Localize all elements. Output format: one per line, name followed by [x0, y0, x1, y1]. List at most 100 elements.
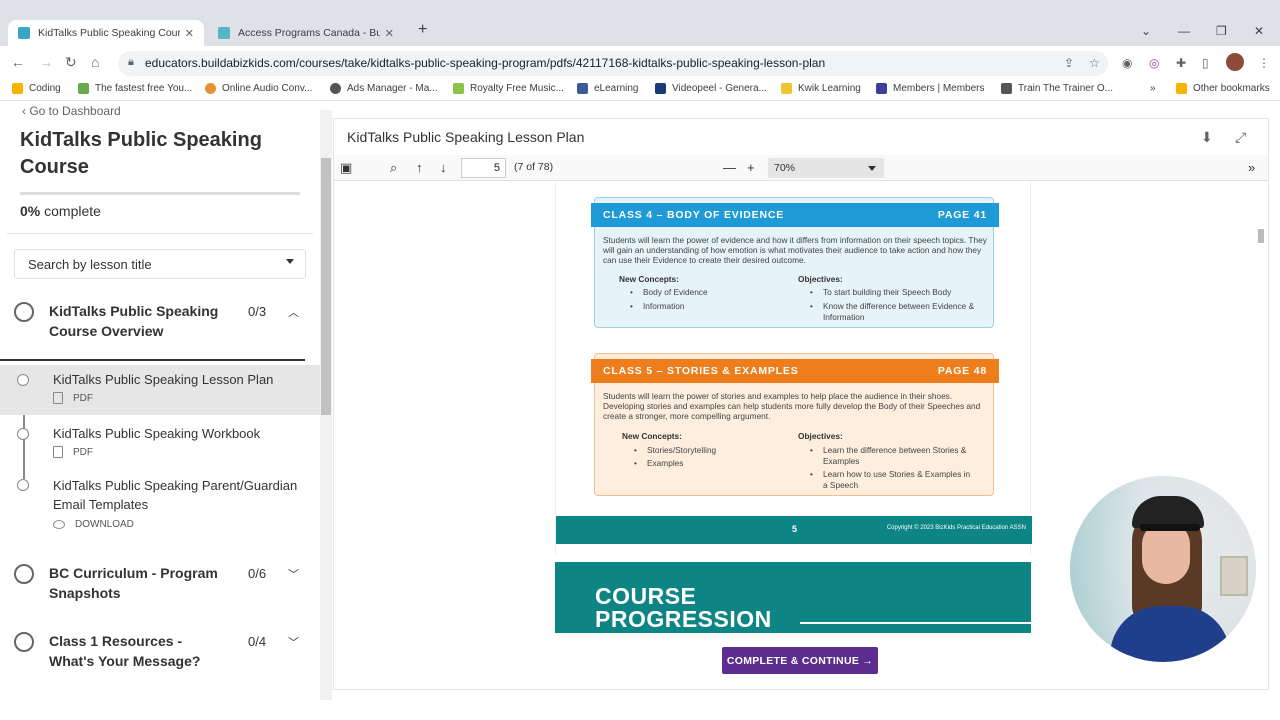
cloud-download-icon: [53, 520, 65, 529]
back-icon[interactable]: ←: [11, 54, 25, 70]
url-text: educators.buildabizkids.com/courses/take…: [145, 56, 826, 70]
fullscreen-icon[interactable]: ⤢: [1235, 129, 1246, 146]
go-to-dashboard-link[interactable]: ‹ Go to Dashboard: [22, 104, 121, 118]
lesson-card: CLASS 4 – BODY OF EVIDENCE PAGE 41 Stude…: [591, 197, 999, 328]
bookmark-favicon-icon: [453, 83, 464, 94]
search-icon[interactable]: ⌕: [390, 160, 397, 176]
forward-icon[interactable]: →: [39, 54, 53, 70]
lesson-status-icon: [17, 374, 29, 386]
progress-text: 0% complete: [20, 203, 101, 219]
page-footer: 5 Copyright © 2023 BizKids Practical Edu…: [556, 516, 1032, 544]
bookmark-item[interactable]: Videopeel - Genera...: [655, 83, 767, 94]
course-title: KidTalks Public Speaking Course: [20, 129, 262, 178]
scrollbar-thumb[interactable]: [321, 158, 331, 415]
chapter-item[interactable]: BC Curriculum - Program Snapshots 0/6 ﹀: [0, 561, 320, 611]
bookmark-favicon-icon: [655, 83, 666, 94]
home-icon[interactable]: ⌂: [91, 54, 99, 70]
address-bar[interactable]: 🔒︎ educators.buildabizkids.com/courses/t…: [118, 51, 1108, 76]
pdf-page-next: COURSE PROGRESSION: [555, 562, 1031, 633]
bookmark-item[interactable]: Members | Members: [876, 83, 985, 94]
extensions-puzzle-icon[interactable]: ✚: [1176, 56, 1186, 70]
tools-expand-icon[interactable]: »: [1248, 160, 1255, 175]
folder-icon: [12, 83, 23, 94]
caret-down-icon: [286, 259, 294, 264]
bookmark-item[interactable]: eLearning: [577, 83, 638, 94]
lesson-status-icon: [17, 428, 29, 440]
bookmarks-overflow-icon[interactable]: »: [1150, 83, 1156, 94]
sidebar-toggle-icon[interactable]: ▣: [340, 160, 352, 176]
bookmark-item[interactable]: Online Audio Conv...: [205, 83, 312, 94]
complete-and-continue-button[interactable]: COMPLETE & CONTINUE →: [722, 647, 878, 674]
bookmarks-bar: Coding The fastest free You... Online Au…: [0, 80, 1280, 101]
minimize-icon[interactable]: —: [1178, 24, 1190, 38]
close-window-icon[interactable]: ✕: [1254, 24, 1264, 38]
zoom-select[interactable]: 70%: [768, 158, 884, 178]
new-tab-icon[interactable]: +: [418, 21, 427, 39]
extension-icon[interactable]: ◎: [1149, 56, 1159, 70]
restore-icon[interactable]: ❐: [1216, 24, 1227, 38]
side-panel-icon[interactable]: ▯: [1202, 56, 1209, 70]
bookmark-star-icon[interactable]: ☆: [1089, 56, 1100, 70]
pdf-page: CLASS 4 – BODY OF EVIDENCE PAGE 41 Stude…: [555, 182, 1032, 554]
bookmark-favicon-icon: [205, 83, 216, 94]
tab-title: KidTalks Public Speaking Course: [38, 27, 180, 39]
browser-tab-strip: KidTalks Public Speaking Course ✕ Access…: [0, 0, 1280, 46]
tab-title: Access Programs Canada - Build: [238, 27, 380, 39]
bookmark-item[interactable]: Ads Manager - Ma...: [330, 83, 438, 94]
bookmark-favicon-icon: [876, 83, 887, 94]
card-header: CLASS 5 – STORIES & EXAMPLES PAGE 48: [591, 359, 999, 383]
share-icon[interactable]: ⇪: [1064, 56, 1074, 70]
bookmark-favicon-icon: [330, 83, 341, 94]
lesson-card: CLASS 5 – STORIES & EXAMPLES PAGE 48 Stu…: [591, 353, 999, 496]
bookmark-favicon-icon: [78, 83, 89, 94]
progress-bar: [20, 192, 300, 195]
chevron-down-icon[interactable]: ﹀: [288, 634, 299, 650]
lesson-search-dropdown[interactable]: Search by lesson title: [14, 249, 306, 279]
previous-page-icon[interactable]: ↑: [416, 160, 423, 175]
menu-kebab-icon[interactable]: ⋮: [1258, 56, 1270, 70]
zoom-in-icon[interactable]: +: [747, 160, 755, 175]
sidebar-divider: [7, 233, 313, 234]
chevron-up-icon[interactable]: ︿: [288, 304, 299, 320]
profile-avatar[interactable]: [1226, 53, 1244, 71]
heading-rule: [800, 622, 1031, 624]
bookmark-item[interactable]: The fastest free You...: [78, 83, 192, 94]
camera-extension-icon[interactable]: ◉: [1122, 56, 1132, 70]
site-favicon-icon: [18, 27, 30, 39]
lesson-item[interactable]: KidTalks Public Speaking Workbook PDF: [0, 419, 320, 469]
page-count: (7 of 78): [514, 161, 554, 173]
lesson-status-icon: [17, 479, 29, 491]
bookmark-item[interactable]: Kwik Learning: [781, 83, 861, 94]
section-heading: COURSE PROGRESSION: [595, 583, 772, 632]
browser-tab-active[interactable]: KidTalks Public Speaking Course ✕: [8, 20, 204, 46]
folder-icon: [1176, 83, 1187, 94]
sidebar-scrollbar[interactable]: [320, 110, 332, 700]
bookmark-item[interactable]: Train The Trainer O...: [1001, 83, 1113, 94]
close-tab-icon[interactable]: ✕: [185, 27, 194, 40]
course-sidebar: ‹ Go to Dashboard KidTalks Public Speaki…: [0, 101, 320, 700]
browser-tab[interactable]: Access Programs Canada - Build ✕: [208, 20, 404, 46]
chapter-status-icon: [14, 302, 34, 322]
zoom-out-icon[interactable]: —: [723, 160, 736, 175]
next-page-icon[interactable]: ↓: [440, 160, 447, 175]
card-header: CLASS 4 – BODY OF EVIDENCE PAGE 41: [591, 203, 999, 227]
caret-down-icon: [868, 166, 876, 171]
presenter-webcam-video: [1070, 476, 1256, 662]
bookmark-favicon-icon: [577, 83, 588, 94]
chapter-item[interactable]: KidTalks Public Speaking Course Overview…: [0, 299, 305, 361]
bookmark-item[interactable]: Royalty Free Music...: [453, 83, 564, 94]
reload-icon[interactable]: ↻: [65, 54, 77, 71]
pdf-file-icon: [53, 446, 63, 458]
chevron-down-icon[interactable]: ﹀: [288, 566, 299, 582]
chapter-status-icon: [14, 632, 34, 652]
scrollbar-thumb[interactable]: [1258, 229, 1264, 243]
bookmark-item[interactable]: Coding: [12, 83, 61, 94]
close-tab-icon[interactable]: ✕: [385, 27, 394, 40]
bookmark-item[interactable]: Other bookmarks: [1176, 83, 1270, 94]
lesson-item[interactable]: KidTalks Public Speaking Parent/Guardian…: [0, 473, 320, 535]
chapter-item[interactable]: Class 1 Resources - What's Your Message?…: [0, 629, 320, 679]
tab-search-icon[interactable]: ⌄: [1141, 24, 1151, 38]
lesson-item-active[interactable]: KidTalks Public Speaking Lesson Plan PDF: [0, 365, 320, 415]
download-icon[interactable]: ⬇︎: [1201, 129, 1213, 146]
page-number-input[interactable]: 5: [461, 158, 506, 178]
